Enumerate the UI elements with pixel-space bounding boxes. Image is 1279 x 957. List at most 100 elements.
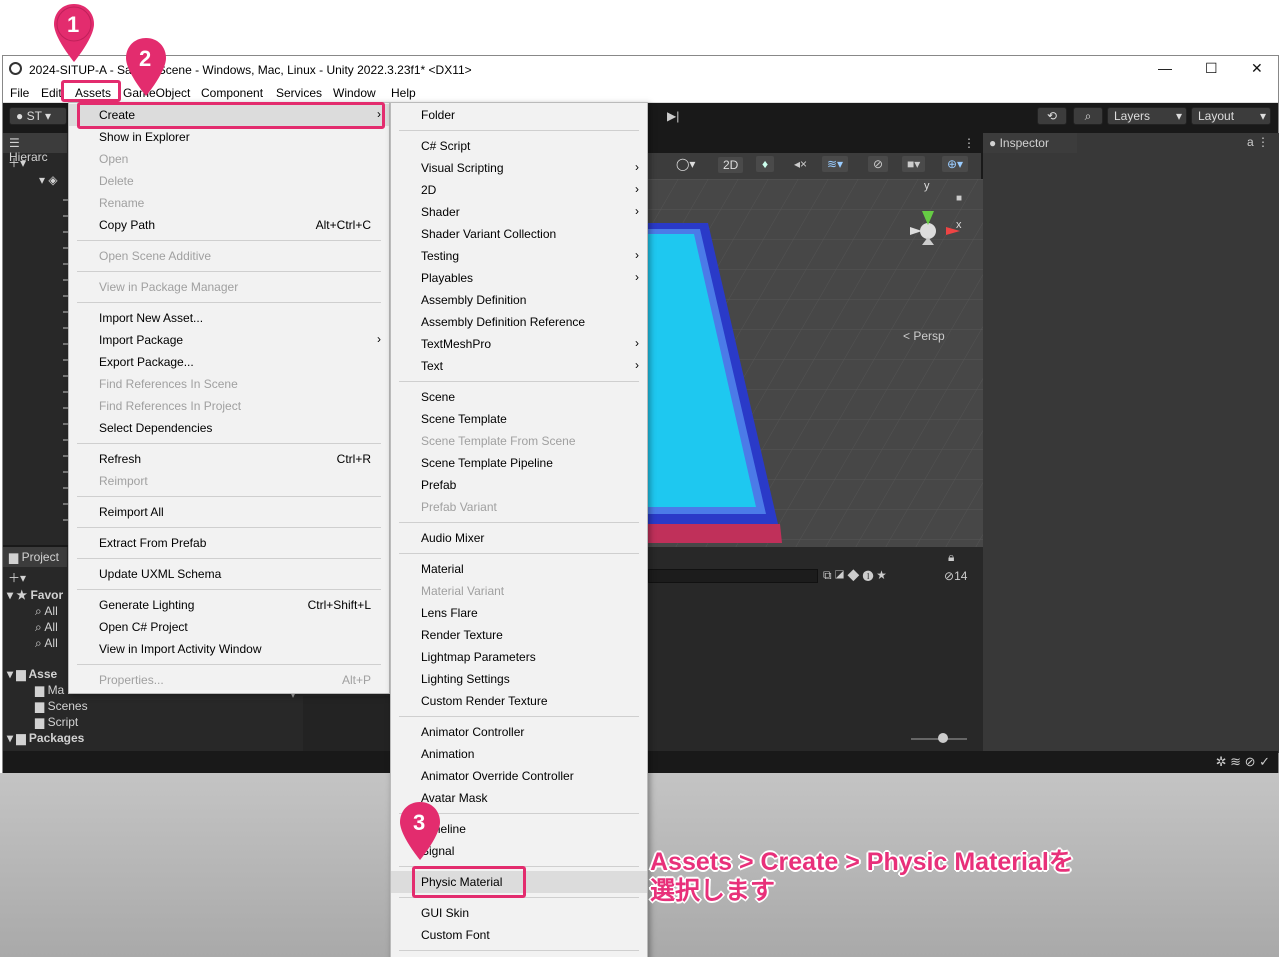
- favorites-node[interactable]: ▾ ★ Favor: [7, 588, 63, 602]
- folder-item[interactable]: ▆ Scenes: [35, 699, 88, 713]
- menu-item-animator-controller[interactable]: Animator Controller: [391, 721, 647, 743]
- menu-item-prefab[interactable]: Prefab: [391, 474, 647, 496]
- menu-item-export-package[interactable]: Export Package...: [69, 351, 389, 373]
- camera-icon[interactable]: ■▾: [902, 156, 926, 172]
- menu-item-label: Find References In Project: [99, 399, 242, 413]
- menu-item-lightmap-parameters[interactable]: Lightmap Parameters: [391, 646, 647, 668]
- menu-item-render-texture[interactable]: Render Texture: [391, 624, 647, 646]
- menu-item-text[interactable]: Text ›: [391, 355, 647, 377]
- menu-item-label: Rename: [99, 196, 145, 210]
- packages-node[interactable]: ▾ ▆ Packages: [7, 731, 84, 745]
- lighting-icon[interactable]: ♦: [756, 156, 775, 172]
- menu-edit[interactable]: Edit: [41, 86, 62, 100]
- menu-item-assembly-definition-reference[interactable]: Assembly Definition Reference: [391, 311, 647, 333]
- menu-item-update-uxml-schema[interactable]: Update UXML Schema: [69, 563, 389, 585]
- menu-item-2d[interactable]: 2D ›: [391, 179, 647, 201]
- visibility-icon[interactable]: ⊘: [868, 156, 889, 172]
- scrollbar[interactable]: ▾: [290, 687, 302, 747]
- menu-component[interactable]: Component: [201, 86, 263, 100]
- status-icons[interactable]: ✲ ≋ ⊘ ✓: [1216, 754, 1270, 770]
- gizmos-icon[interactable]: ⊕▾: [942, 156, 969, 172]
- menu-item-custom-render-texture[interactable]: Custom Render Texture: [391, 690, 647, 712]
- menu-item-visual-scripting[interactable]: Visual Scripting ›: [391, 157, 647, 179]
- hidden-count[interactable]: ⊘14: [944, 569, 967, 583]
- menu-item-refresh[interactable]: Refresh Ctrl+R: [69, 448, 389, 470]
- menu-item-animation[interactable]: Animation: [391, 743, 647, 765]
- favorite-item[interactable]: ⌕ All: [35, 636, 58, 651]
- unity-logo-icon: [9, 62, 22, 75]
- tab-inspector[interactable]: ● Inspector: [983, 133, 1077, 153]
- menu-item-textmeshpro[interactable]: TextMeshPro ›: [391, 333, 647, 355]
- menu-item-label: Animator Controller: [421, 725, 525, 739]
- menu-item-lighting-settings[interactable]: Lighting Settings: [391, 668, 647, 690]
- menu-item-show-in-explorer[interactable]: Show in Explorer: [69, 126, 389, 148]
- menu-item-scene[interactable]: Scene: [391, 386, 647, 408]
- account-icon: ●: [16, 109, 24, 123]
- panel-lock-icon[interactable]: 🔒︎: [948, 550, 954, 565]
- menu-item-generate-lighting[interactable]: Generate Lighting Ctrl+Shift+L: [69, 594, 389, 616]
- menu-item-animator-override-controller[interactable]: Animator Override Controller: [391, 765, 647, 787]
- folder-item[interactable]: ▆ Ma: [35, 683, 64, 697]
- minimize-button[interactable]: —: [1158, 60, 1172, 76]
- zoom-slider-handle[interactable]: [938, 733, 948, 743]
- menu-item-assembly-definition[interactable]: Assembly Definition: [391, 289, 647, 311]
- menu-item-select-dependencies[interactable]: Select Dependencies: [69, 417, 389, 439]
- shading-mode-icon[interactable]: ◯▾: [676, 157, 695, 171]
- menu-file[interactable]: File: [10, 86, 29, 100]
- menu-item-lens-flare[interactable]: Lens Flare: [391, 602, 647, 624]
- menu-item-shader-variant-collection[interactable]: Shader Variant Collection: [391, 223, 647, 245]
- menu-item-extract-from-prefab[interactable]: Extract From Prefab: [69, 532, 389, 554]
- layout-dropdown[interactable]: Layout ▾: [1191, 107, 1271, 125]
- menu-item-reimport-all[interactable]: Reimport All: [69, 501, 389, 523]
- menu-item-material[interactable]: Material: [391, 558, 647, 580]
- menu-services[interactable]: Services: [276, 86, 322, 100]
- 2d-toggle[interactable]: 2D: [718, 157, 744, 173]
- menu-item-import-new-asset[interactable]: Import New Asset...: [69, 307, 389, 329]
- menu-item-c-script[interactable]: C# Script: [391, 135, 647, 157]
- menu-item-open-c-project[interactable]: Open C# Project: [69, 616, 389, 638]
- close-button[interactable]: ✕: [1251, 60, 1263, 77]
- menu-item-view-in-import-activity-window[interactable]: View in Import Activity Window: [69, 638, 389, 660]
- project-add-button[interactable]: ＋▾: [8, 569, 26, 586]
- folder-item[interactable]: ▆ Script: [35, 715, 78, 729]
- menu-item-scene-template[interactable]: Scene Template: [391, 408, 647, 430]
- menu-item-label: Testing: [421, 249, 460, 263]
- scene-view[interactable]: y x ■ < Persp: [648, 179, 983, 599]
- callout-1: 1: [67, 12, 80, 37]
- maximize-button[interactable]: ☐: [1205, 60, 1218, 77]
- account-button[interactable]: ● ST ▾: [9, 107, 67, 125]
- more-options-icon[interactable]: ⋮: [963, 136, 975, 150]
- tab-project[interactable]: ▆ Project: [3, 547, 67, 567]
- favorite-item[interactable]: ⌕ All: [35, 604, 58, 619]
- menu-item-copy-path[interactable]: Copy Path Alt+Ctrl+C: [69, 214, 389, 236]
- menu-item-shortcut: Ctrl+R: [336, 452, 371, 466]
- menu-item-testing[interactable]: Testing ›: [391, 245, 647, 267]
- menu-help[interactable]: Help: [391, 86, 416, 100]
- menu-window[interactable]: Window: [333, 86, 376, 100]
- search-icon[interactable]: ⌕: [1073, 107, 1103, 125]
- history-icon[interactable]: ⟲: [1037, 107, 1067, 125]
- menu-item-custom-font[interactable]: Custom Font: [391, 924, 647, 946]
- assets-node[interactable]: ▾ ▆ Asse: [7, 667, 57, 681]
- menu-item-shader[interactable]: Shader ›: [391, 201, 647, 223]
- menu-item-playables[interactable]: Playables ›: [391, 267, 647, 289]
- menu-item-gui-skin[interactable]: GUI Skin: [391, 902, 647, 924]
- lock-icon[interactable]: ■: [956, 193, 962, 204]
- projection-label[interactable]: < Persp: [903, 329, 945, 343]
- add-button[interactable]: ＋▾: [8, 154, 26, 171]
- audio-icon[interactable]: ◂×: [794, 157, 807, 171]
- favorite-item[interactable]: ⌕ All: [35, 620, 58, 635]
- menu-item-scene-template-pipeline[interactable]: Scene Template Pipeline: [391, 452, 647, 474]
- chevron-right-icon: ›: [635, 160, 639, 174]
- tab-hierarchy[interactable]: ☰ Hierarc: [3, 133, 67, 164]
- pool-edge: [648, 524, 782, 543]
- menu-item-audio-mixer[interactable]: Audio Mixer: [391, 527, 647, 549]
- step-icon[interactable]: ▶|: [667, 109, 679, 123]
- search-field[interactable]: [648, 569, 818, 583]
- menu-item-folder[interactable]: Folder: [391, 104, 647, 126]
- filter-icons[interactable]: ⧉ ◪ ◆ ❶ ★: [823, 568, 886, 583]
- menu-item-import-package[interactable]: Import Package ›: [69, 329, 389, 351]
- layers-dropdown[interactable]: Layers ▾: [1107, 107, 1187, 125]
- inspector-lock-icon[interactable]: a ⋮: [1247, 135, 1269, 149]
- effects-icon[interactable]: ≋▾: [822, 156, 849, 172]
